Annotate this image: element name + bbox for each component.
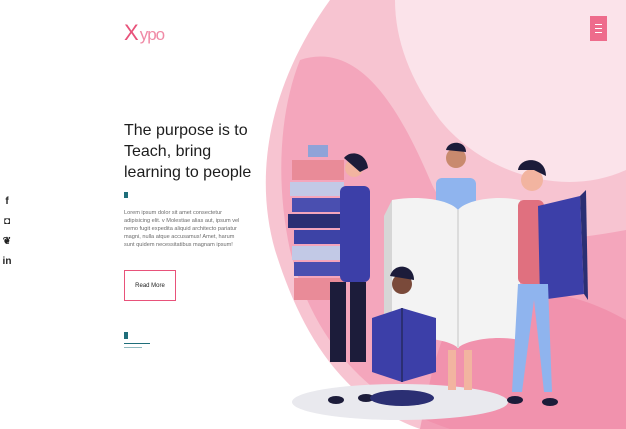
social-links: f ◘ ❦ in: [2, 196, 12, 276]
logo-x: X: [124, 20, 139, 45]
slide-progress-line: [124, 343, 150, 344]
linkedin-icon[interactable]: in: [2, 256, 12, 268]
read-more-button[interactable]: Read More: [124, 270, 176, 301]
facebook-icon[interactable]: f: [2, 196, 12, 208]
hero-illustration: [265, 0, 626, 429]
hero-title: The purpose is to Teach, bring learning …: [124, 122, 252, 181]
hero-description: Lorem ipsum dolor sit amet consectetur a…: [124, 210, 240, 248]
twitter-icon[interactable]: ❦: [2, 236, 12, 248]
title-accent-mark: [124, 192, 128, 198]
instagram-icon[interactable]: ◘: [2, 216, 12, 228]
logo-text: ypo: [139, 25, 165, 44]
hamburger-icon[interactable]: [590, 16, 607, 41]
brand-logo[interactable]: Xypo: [124, 20, 165, 46]
slide-progress-line-secondary: [124, 347, 142, 348]
slide-indicator[interactable]: [124, 332, 128, 339]
